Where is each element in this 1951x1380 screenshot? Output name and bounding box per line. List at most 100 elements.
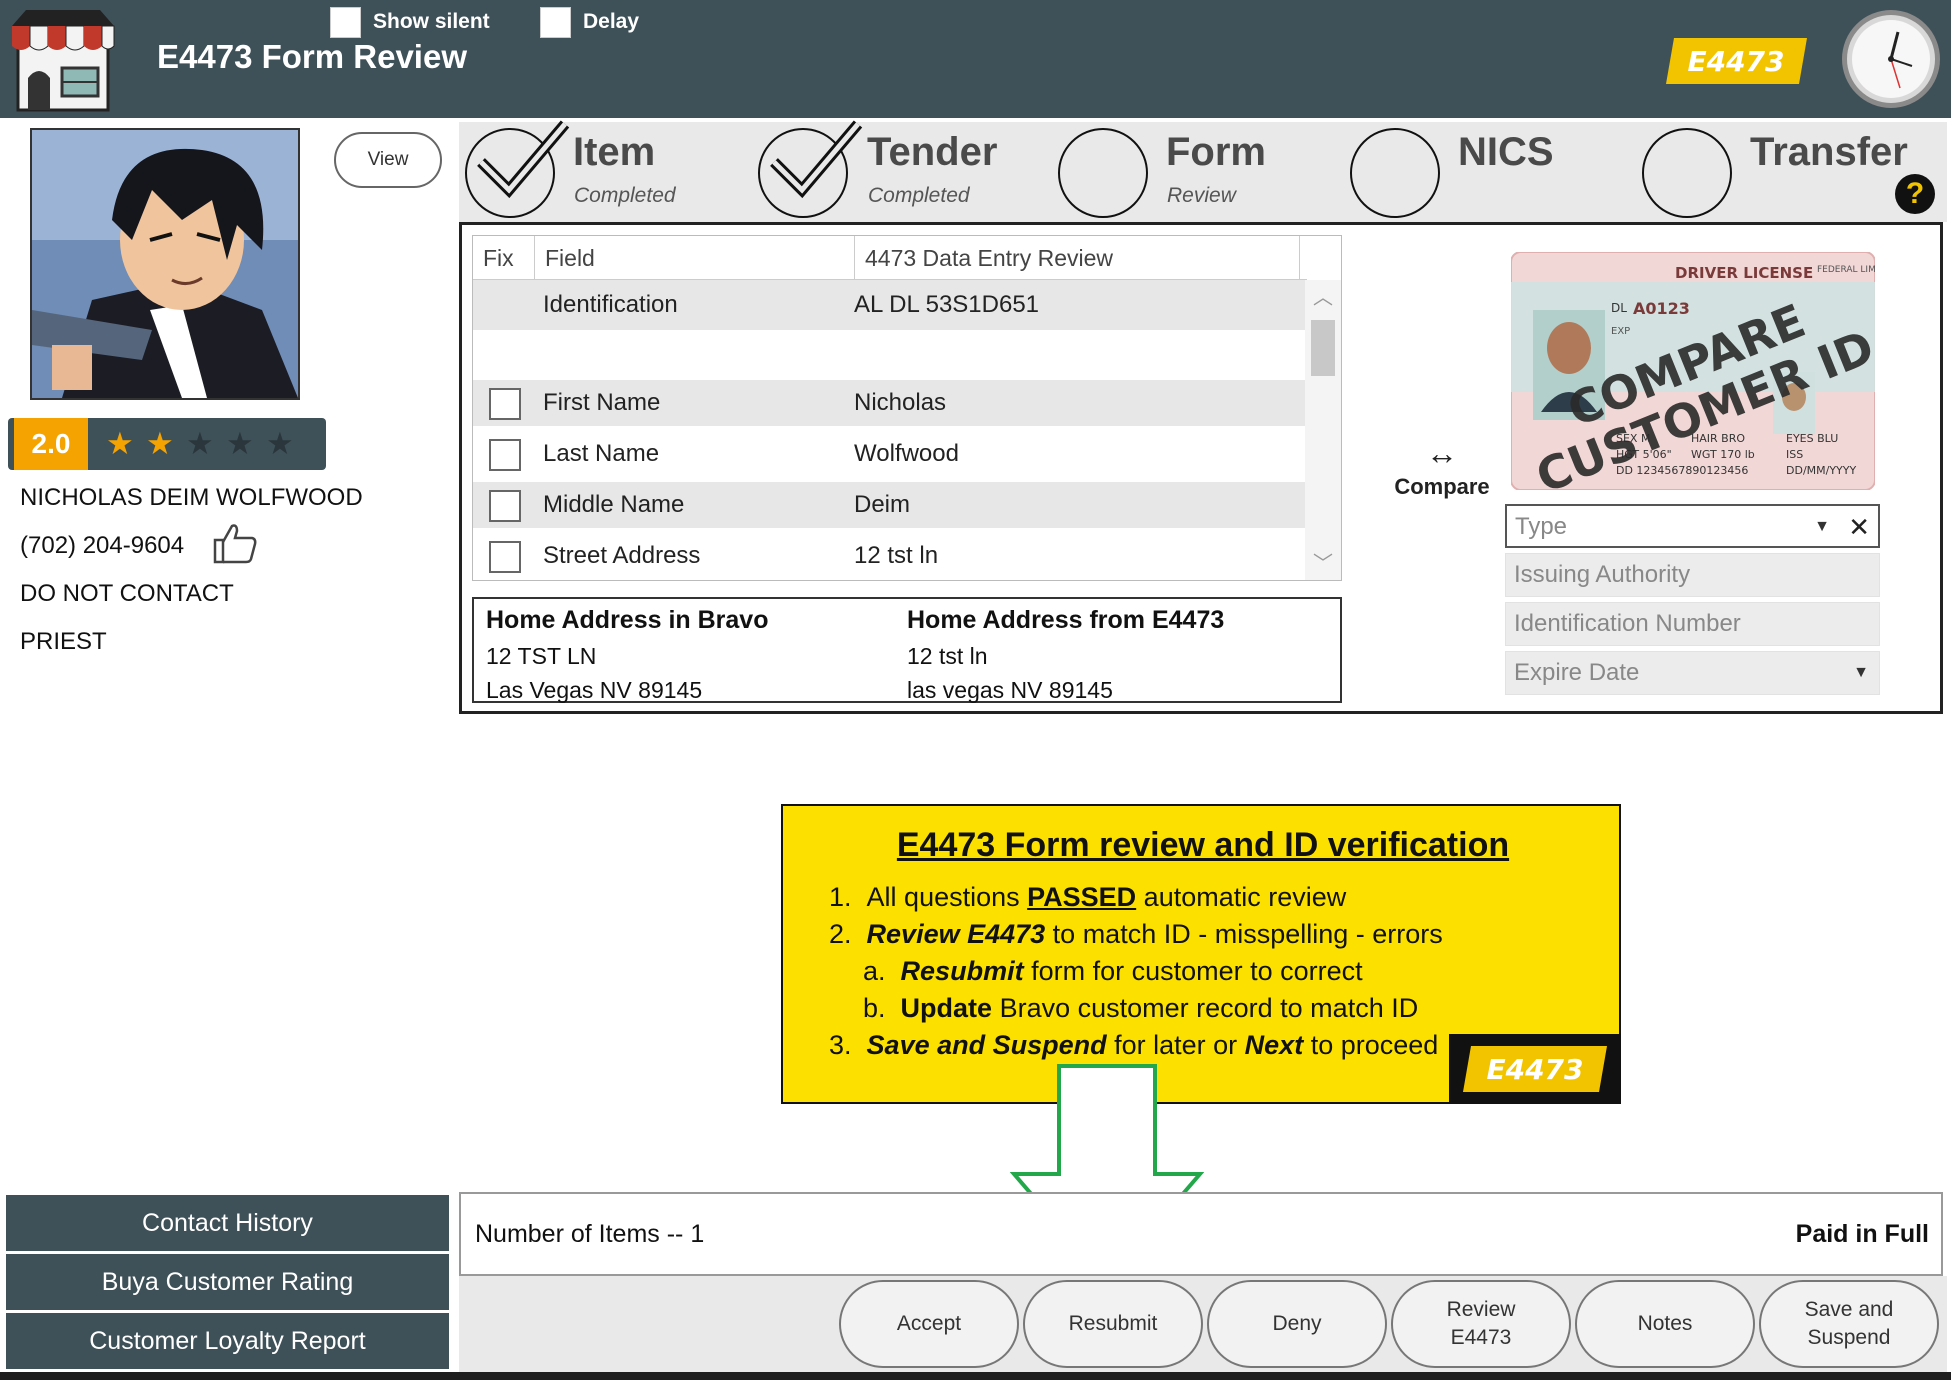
customer-photo [30, 128, 300, 400]
workflow-steps: Item Completed Tender Completed Form Rev… [459, 120, 1947, 222]
delay-box[interactable] [540, 6, 571, 38]
sample-license-image: DRIVER LICENSE FEDERAL LIMITS APPLY DL A… [1511, 252, 1875, 490]
status-bar: Number of Items -- 1 Paid in Full [459, 1192, 1943, 1276]
clear-icon[interactable]: ✕ [1848, 506, 1870, 548]
instruction-box: E4473 Form review and ID verification 1.… [781, 804, 1621, 1104]
star-icon-filled: ★ [146, 426, 174, 461]
license-eyes: EYES BLU [1786, 432, 1838, 445]
review-panel: Fix Field 4473 Data Entry Review Identif… [459, 222, 1943, 714]
issuing-authority-field[interactable]: Issuing Authority [1505, 553, 1880, 597]
license-iss: ISS [1786, 448, 1803, 461]
e4473-address-line2: las vegas NV 89145 [907, 677, 1113, 703]
review-e4473-button[interactable]: Review E4473 [1391, 1280, 1571, 1368]
table-row[interactable]: Middle Name Deim [473, 482, 1307, 528]
notes-button[interactable]: Notes [1575, 1280, 1755, 1368]
col-field-header: Field [535, 236, 855, 280]
resubmit-button[interactable]: Resubmit [1023, 1280, 1203, 1368]
license-date: DD/MM/YYYY [1786, 464, 1856, 477]
scroll-up-icon[interactable]: ︿ [1305, 280, 1341, 316]
compare-arrow-icon: ↔ [1426, 435, 1458, 471]
e4473-logo-text: E4473 [1486, 1053, 1583, 1086]
table-row[interactable]: Last Name Wolfwood [473, 431, 1307, 477]
star-icon-empty: ★ [186, 426, 214, 461]
row-field: Identification [543, 291, 678, 318]
step-item-status: Completed [574, 184, 676, 207]
grid-header: Fix Field 4473 Data Entry Review [473, 236, 1307, 280]
col-value-header: 4473 Data Entry Review [855, 236, 1300, 280]
star-icon-empty: ★ [226, 426, 254, 461]
fix-checkbox[interactable] [489, 439, 521, 471]
show-silent-box[interactable] [330, 6, 361, 38]
customer-rating-button[interactable]: Buya Customer Rating [6, 1254, 449, 1310]
action-bar: Accept Resubmit Deny Review E4473 Notes … [459, 1276, 1947, 1372]
step-nics-circle[interactable] [1350, 128, 1440, 218]
license-federal: FEDERAL LIMITS APPLY [1817, 265, 1875, 275]
row-field: Street Address [543, 542, 701, 569]
instruction-line-3: 3. Save and Suspend for later or Next to… [829, 1030, 1439, 1060]
expire-date-field[interactable]: Expire Date ▼ [1505, 651, 1880, 695]
e4473-address-line1: 12 tst ln [907, 643, 988, 669]
instruction-line-2: 2. Review E4473 to match ID - misspellin… [829, 919, 1443, 949]
scroll-down-icon[interactable]: ﹀ [1305, 546, 1341, 580]
e4473-logo: E4473 [1463, 1046, 1607, 1092]
scroll-thumb[interactable] [1311, 320, 1335, 376]
compare-button[interactable]: ↔ Compare [1367, 435, 1517, 500]
customer-rating: 2.0 ★ ★ ★ ★ ★ [8, 418, 326, 470]
fix-checkbox[interactable] [489, 388, 521, 420]
row-value: AL DL 53S1D651 [854, 291, 1040, 318]
e4473-logo: E4473 [1666, 38, 1807, 84]
checkmark-icon [770, 120, 863, 199]
customer-phone: (702) 204-9604 [20, 532, 185, 559]
table-row-identification[interactable]: Identification AL DL 53S1D651 [473, 280, 1307, 330]
row-value: 12 tst ln [854, 542, 939, 569]
fix-checkbox[interactable] [489, 541, 521, 573]
license-dl-label: DL [1611, 301, 1627, 315]
license-header: DRIVER LICENSE [1675, 264, 1813, 282]
accept-button[interactable]: Accept [839, 1280, 1019, 1368]
id-type-select[interactable]: Type ▼ ✕ [1505, 504, 1880, 548]
save-suspend-button[interactable]: Save and Suspend [1759, 1280, 1939, 1368]
step-form-title: Form [1166, 130, 1266, 174]
bravo-address-line2: Las Vegas NV 89145 [486, 677, 703, 703]
contact-history-button[interactable]: Contact History [6, 1195, 449, 1251]
instruction-badge: E4473 [1449, 1034, 1621, 1104]
deny-button[interactable]: Deny [1207, 1280, 1387, 1368]
id-type-placeholder: Type [1515, 513, 1568, 540]
store-icon[interactable] [8, 6, 118, 112]
row-value: Nicholas [854, 389, 947, 416]
step-transfer-title: Transfer [1750, 130, 1908, 174]
license-dl-number: A0123 [1633, 299, 1690, 318]
delay-checkbox[interactable]: Delay [540, 6, 639, 38]
loyalty-report-button[interactable]: Customer Loyalty Report [6, 1313, 449, 1369]
bravo-address-header: Home Address in Bravo [486, 606, 769, 634]
chevron-down-icon[interactable]: ▼ [1814, 506, 1830, 548]
star-icon-empty: ★ [266, 426, 294, 461]
thumbs-up-icon[interactable] [212, 522, 258, 564]
step-transfer-circle[interactable] [1642, 128, 1732, 218]
bravo-address-line1: 12 TST LN [486, 643, 597, 669]
table-row[interactable]: Street Address 12 tst ln [473, 533, 1307, 579]
step-form-circle[interactable] [1058, 128, 1148, 218]
step-tender-title: Tender [867, 130, 998, 174]
help-icon[interactable]: ? [1895, 174, 1935, 214]
license-exp-label: EXP [1611, 326, 1630, 337]
show-silent-label: Show silent [373, 10, 490, 33]
items-count: Number of Items -- 1 [475, 1220, 705, 1248]
app-header: E4473 Form Review Show silent Delay E447… [0, 0, 1951, 118]
clock-icon [1842, 10, 1940, 108]
checkmark-icon [477, 120, 570, 199]
fix-checkbox[interactable] [489, 490, 521, 522]
issuing-authority-placeholder: Issuing Authority [1514, 561, 1691, 588]
id-number-field[interactable]: Identification Number [1505, 602, 1880, 646]
table-row[interactable]: First Name Nicholas [473, 380, 1307, 426]
show-silent-checkbox[interactable]: Show silent [330, 6, 490, 38]
grid-scrollbar[interactable]: ︿ ﹀ [1305, 280, 1341, 580]
view-button[interactable]: View [334, 132, 442, 188]
page-title: E4473 Form Review [157, 38, 467, 75]
row-field: Middle Name [543, 491, 685, 518]
left-menu: Contact History Buya Customer Rating Cus… [6, 1195, 449, 1372]
address-comparison: Home Address in Bravo 12 TST LN Las Vega… [472, 597, 1342, 703]
row-value: Wolfwood [854, 440, 959, 467]
compare-label: Compare [1394, 474, 1490, 499]
chevron-down-icon[interactable]: ▼ [1853, 652, 1869, 694]
